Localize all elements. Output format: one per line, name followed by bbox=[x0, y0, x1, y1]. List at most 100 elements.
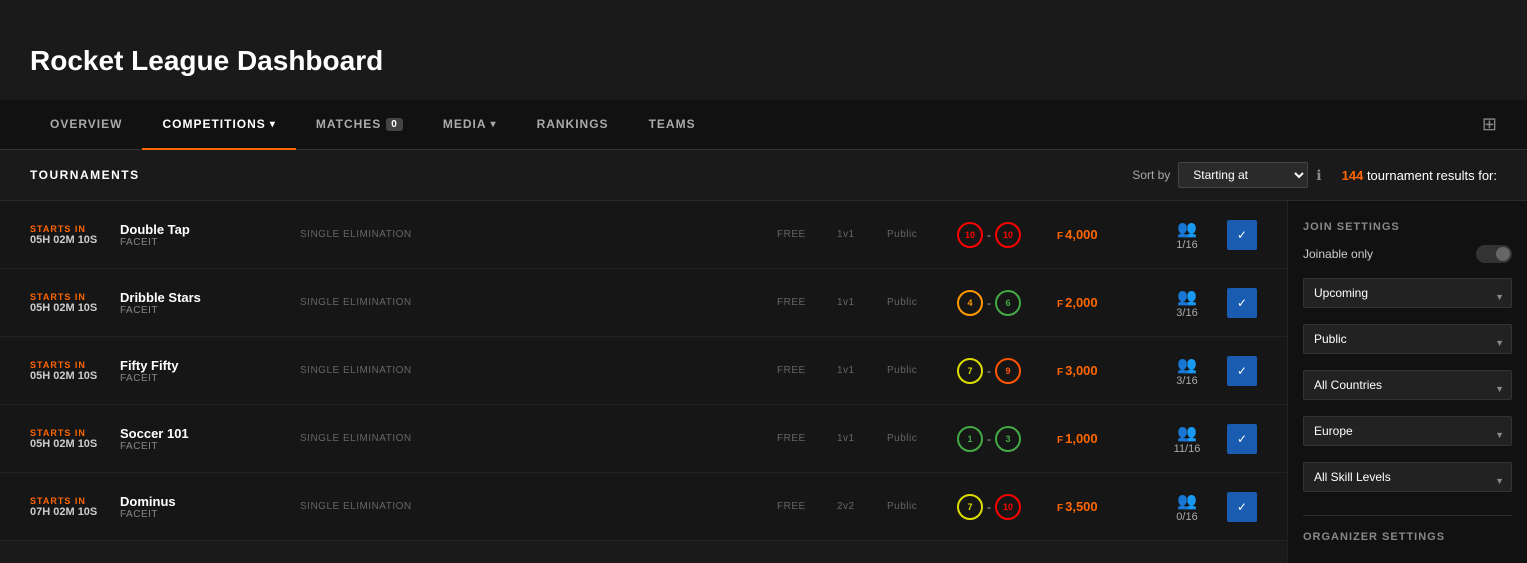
tournaments-table: STARTS IN 05H 02M 10S Double Tap FACEIT … bbox=[0, 201, 1287, 563]
skill-dash: - bbox=[987, 296, 991, 310]
players-count: 3/16 bbox=[1176, 307, 1197, 319]
table-row[interactable]: STARTS IN 07H 02M 10S Dominus FACEIT SIN… bbox=[0, 473, 1287, 541]
starts-in-label: STARTS IN bbox=[30, 224, 120, 234]
prize-currency: F bbox=[1057, 435, 1063, 446]
skill-rating: 7 - 10 bbox=[957, 494, 1057, 520]
players-count: 0/16 bbox=[1176, 511, 1197, 523]
grid-view-icon[interactable]: ⊞ bbox=[1482, 114, 1497, 135]
tournament-visibility: Public bbox=[887, 229, 957, 240]
region-filter[interactable]: Europe North America Asia bbox=[1303, 416, 1512, 446]
start-time: 05H 02M 10S bbox=[30, 234, 120, 246]
plus-icon: ✓ bbox=[1237, 296, 1247, 310]
prize-amount: F3,000 bbox=[1057, 363, 1147, 378]
players-count: 11/16 bbox=[1174, 443, 1201, 455]
visibility-filter[interactable]: Public Private All bbox=[1303, 324, 1512, 354]
join-settings-title: JOIN SETTINGS bbox=[1303, 221, 1512, 233]
table-row[interactable]: STARTS IN 05H 02M 10S Fifty Fifty FACEIT… bbox=[0, 337, 1287, 405]
prize-currency: F bbox=[1057, 299, 1063, 310]
tournament-visibility: Public bbox=[887, 433, 957, 444]
players-icon: 👥 bbox=[1177, 423, 1197, 443]
plus-icon: ✓ bbox=[1237, 228, 1247, 242]
prize-currency: F bbox=[1057, 503, 1063, 514]
joinable-label: Joinable only bbox=[1303, 247, 1373, 261]
country-filter[interactable]: All Countries United States United Kingd… bbox=[1303, 370, 1512, 400]
join-button[interactable]: ✓ bbox=[1227, 492, 1257, 522]
players-section: 👥 3/16 bbox=[1147, 287, 1227, 319]
organizer-settings-title: ORGANIZER SETTINGS bbox=[1303, 531, 1512, 543]
join-button[interactable]: ✓ bbox=[1227, 356, 1257, 386]
skill-min-badge: 4 bbox=[957, 290, 983, 316]
prize-currency: F bbox=[1057, 231, 1063, 242]
sort-label: Sort by bbox=[1132, 168, 1170, 182]
players-icon: 👥 bbox=[1177, 355, 1197, 375]
nav-item-teams[interactable]: TEAMS bbox=[629, 100, 716, 150]
plus-icon: ✓ bbox=[1237, 364, 1247, 378]
info-icon[interactable]: ℹ bbox=[1316, 167, 1321, 184]
join-button[interactable]: ✓ bbox=[1227, 288, 1257, 318]
players-icon: 👥 bbox=[1177, 491, 1197, 511]
tournament-type: SINGLE ELIMINATION bbox=[300, 229, 777, 240]
skill-max-badge: 9 bbox=[995, 358, 1021, 384]
plus-icon: ✓ bbox=[1237, 432, 1247, 446]
toggle-knob bbox=[1496, 247, 1510, 261]
nav-item-rankings[interactable]: RANKINGS bbox=[517, 100, 629, 150]
start-info: STARTS IN 05H 02M 10S bbox=[30, 292, 120, 314]
starts-in-label: STARTS IN bbox=[30, 428, 120, 438]
skill-dash: - bbox=[987, 432, 991, 446]
main-content: STARTS IN 05H 02M 10S Double Tap FACEIT … bbox=[0, 201, 1527, 563]
players-section: 👥 1/16 bbox=[1147, 219, 1227, 251]
page-title: Rocket League Dashboard bbox=[30, 20, 1497, 77]
prize-currency: F bbox=[1057, 367, 1063, 378]
prize-amount: F1,000 bbox=[1057, 431, 1147, 446]
prize-amount: F4,000 bbox=[1057, 227, 1147, 242]
starts-in-label: STARTS IN bbox=[30, 360, 120, 370]
tournament-format: 1v1 bbox=[837, 297, 887, 308]
skill-max-badge: 10 bbox=[995, 222, 1021, 248]
skill-filter[interactable]: All Skill Levels Beginner Intermediate bbox=[1303, 462, 1512, 492]
joinable-toggle[interactable] bbox=[1476, 245, 1512, 263]
results-text: 144 tournament results for: bbox=[1342, 168, 1497, 183]
tournament-fee: FREE bbox=[777, 229, 837, 240]
sort-section: Sort by Starting at ℹ bbox=[1132, 162, 1321, 188]
tournament-type: SINGLE ELIMINATION bbox=[300, 365, 777, 376]
status-filter[interactable]: Upcoming Live Finished bbox=[1303, 278, 1512, 308]
table-row[interactable]: STARTS IN 05H 02M 10S Double Tap FACEIT … bbox=[0, 201, 1287, 269]
tournament-visibility: Public bbox=[887, 365, 957, 376]
tournament-name: Dominus bbox=[120, 494, 300, 509]
tournament-format: 1v1 bbox=[837, 433, 887, 444]
skill-rating: 4 - 6 bbox=[957, 290, 1057, 316]
table-row[interactable]: STARTS IN 05H 02M 10S Dribble Stars FACE… bbox=[0, 269, 1287, 337]
tournament-org: FACEIT bbox=[120, 373, 300, 384]
players-section: 👥 3/16 bbox=[1147, 355, 1227, 387]
tournament-name: Soccer 101 bbox=[120, 426, 300, 441]
nav-item-matches[interactable]: MATCHES 0 bbox=[296, 100, 423, 150]
skill-min-badge: 7 bbox=[957, 358, 983, 384]
skill-max-badge: 6 bbox=[995, 290, 1021, 316]
nav-item-overview[interactable]: OVERVIEW bbox=[30, 100, 142, 150]
tournament-type: SINGLE ELIMINATION bbox=[300, 297, 777, 308]
players-count: 3/16 bbox=[1176, 375, 1197, 387]
skill-dash: - bbox=[987, 364, 991, 378]
skill-max-badge: 3 bbox=[995, 426, 1021, 452]
chevron-down-icon: ▾ bbox=[270, 119, 276, 130]
start-time: 07H 02M 10S bbox=[30, 506, 120, 518]
tournament-name-section: Soccer 101 FACEIT bbox=[120, 426, 300, 452]
nav-item-media[interactable]: MEDIA ▾ bbox=[423, 100, 517, 150]
sort-select[interactable]: Starting at bbox=[1178, 162, 1308, 188]
start-time: 05H 02M 10S bbox=[30, 302, 120, 314]
start-time: 05H 02M 10S bbox=[30, 370, 120, 382]
tournament-name: Fifty Fifty bbox=[120, 358, 300, 373]
table-row[interactable]: STARTS IN 05H 02M 10S Soccer 101 FACEIT … bbox=[0, 405, 1287, 473]
tournament-visibility: Public bbox=[887, 501, 957, 512]
join-button[interactable]: ✓ bbox=[1227, 424, 1257, 454]
tournament-org: FACEIT bbox=[120, 305, 300, 316]
tournament-name: Dribble Stars bbox=[120, 290, 300, 305]
skill-max-badge: 10 bbox=[995, 494, 1021, 520]
results-count: 144 bbox=[1342, 168, 1364, 183]
tournament-name-section: Fifty Fifty FACEIT bbox=[120, 358, 300, 384]
starts-in-label: STARTS IN bbox=[30, 496, 120, 506]
tournament-type: SINGLE ELIMINATION bbox=[300, 501, 777, 512]
nav-item-competitions[interactable]: COMPETITIONS ▾ bbox=[142, 100, 295, 150]
join-button[interactable]: ✓ bbox=[1227, 220, 1257, 250]
players-count: 1/16 bbox=[1176, 239, 1197, 251]
